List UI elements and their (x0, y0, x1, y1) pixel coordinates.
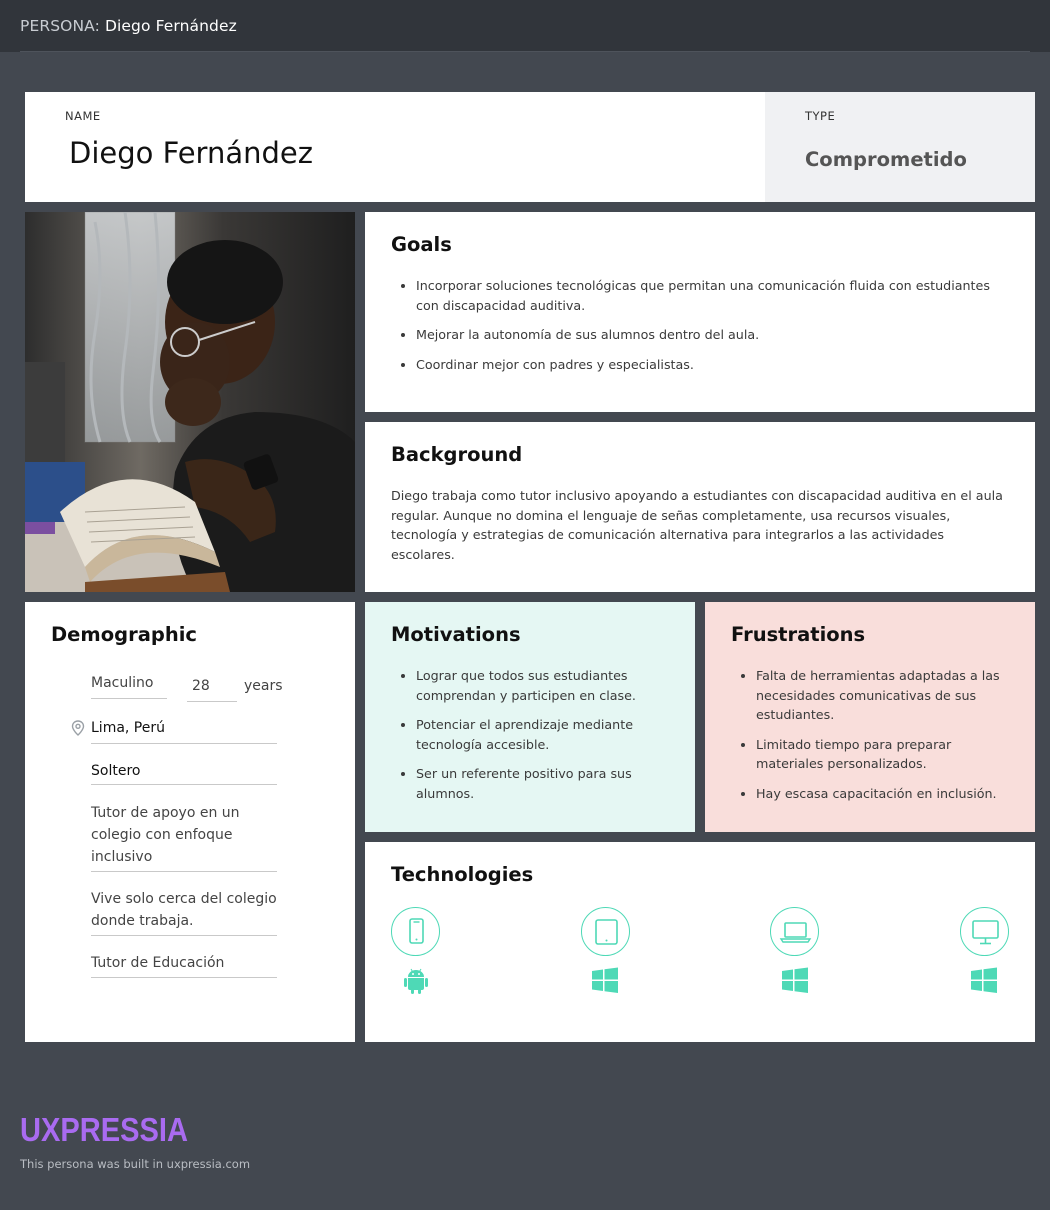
persona-header-prefix: PERSONA: (20, 17, 105, 35)
header-divider (20, 51, 1030, 52)
technologies-card: Technologies (365, 842, 1035, 1042)
android-icon (404, 968, 428, 994)
persona-photo-image (25, 212, 355, 592)
persona-photo[interactable] (25, 212, 355, 592)
goal-item[interactable]: Coordinar mejor con padres y especialist… (416, 355, 1011, 375)
goals-card: Goals Incorporar soluciones tecnológicas… (365, 212, 1035, 412)
background-card: Background Diego trabaja como tutor incl… (365, 422, 1035, 592)
persona-name[interactable]: Diego Fernández (69, 136, 313, 170)
uxpressia-logo[interactable]: UXPRESSIA (20, 1111, 190, 1147)
living-situation-field[interactable]: Vive solo cerca del colegio donde trabaj… (91, 888, 277, 936)
background-title: Background (391, 443, 523, 466)
technologies-title: Technologies (391, 863, 534, 886)
location-field[interactable]: Lima, Perú (91, 717, 277, 744)
persona-type[interactable]: Comprometido (805, 148, 967, 171)
persona-header-name: Diego Fernández (104, 17, 237, 35)
frustration-item[interactable]: Falta de herramientas adaptadas a las ne… (756, 666, 1013, 725)
age-field[interactable]: 28 (187, 675, 237, 702)
name-card: NAME Diego Fernández (25, 92, 765, 202)
goal-item[interactable]: Incorporar soluciones tecnológicas que p… (416, 276, 1011, 315)
demographic-title: Demographic (51, 623, 197, 646)
frustrations-title: Frustrations (731, 623, 866, 646)
top-bar: PERSONA: Diego Fernández (0, 0, 1050, 52)
persona-header-title: PERSONA: Diego Fernández (20, 17, 237, 35)
motivation-item[interactable]: Lograr que todos sus estudiantes compren… (416, 666, 665, 705)
name-label: NAME (65, 109, 101, 123)
goals-list: Incorporar soluciones tecnológicas que p… (416, 276, 1011, 384)
background-text[interactable]: Diego trabaja como tutor inclusivo apoya… (391, 486, 1005, 564)
type-card: TYPE Comprometido (765, 92, 1035, 202)
motivation-item[interactable]: Ser un referente positivo para sus alumn… (416, 764, 665, 803)
type-label: TYPE (805, 109, 836, 123)
location-pin-icon (71, 720, 85, 736)
goals-title: Goals (391, 233, 452, 256)
footer-note: This persona was built in uxpressia.com (20, 1157, 251, 1171)
laptop-icon[interactable] (770, 907, 819, 956)
demographic-card: Demographic Maculino 28 years Lima, Perú… (25, 602, 355, 1042)
tablet-icon[interactable] (581, 907, 630, 956)
goal-item[interactable]: Mejorar la autonomía de sus alumnos dent… (416, 325, 1011, 345)
motivations-title: Motivations (391, 623, 521, 646)
frustrations-list: Falta de herramientas adaptadas a las ne… (756, 666, 1013, 813)
frustration-item[interactable]: Limitado tiempo para preparar materiales… (756, 735, 1013, 774)
role-field[interactable]: Tutor de Educación (91, 952, 277, 978)
motivations-list: Lograr que todos sus estudiantes compren… (416, 666, 665, 813)
windows-icon (592, 967, 618, 993)
marital-status-field[interactable]: Soltero (91, 760, 277, 785)
windows-icon (971, 967, 997, 993)
gender-field[interactable]: Maculino (91, 672, 167, 699)
frustration-item[interactable]: Hay escasa capacitación en inclusión. (756, 784, 1013, 804)
smartphone-icon[interactable] (391, 907, 440, 956)
age-unit-label: years (244, 678, 283, 694)
windows-icon (782, 967, 808, 993)
motivations-card: Motivations Lograr que todos sus estudia… (365, 602, 695, 832)
desktop-icon[interactable] (960, 907, 1009, 956)
occupation-field[interactable]: Tutor de apoyo en un colegio con enfoque… (91, 802, 277, 872)
frustrations-card: Frustrations Falta de herramientas adapt… (705, 602, 1035, 832)
uxpressia-logo-text: UXPRESSIA (20, 1111, 188, 1147)
motivation-item[interactable]: Potenciar el aprendizaje mediante tecnol… (416, 715, 665, 754)
